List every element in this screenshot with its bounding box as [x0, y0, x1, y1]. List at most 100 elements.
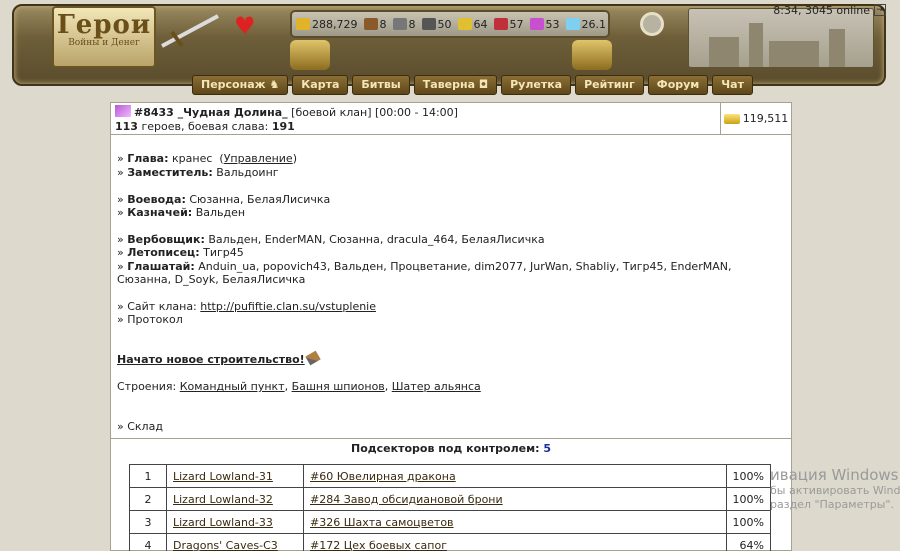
clan-panel: #8433 _Чудная Долина_ [боевой клан] [00:… — [110, 102, 792, 551]
resource-diamond: 26.1 — [565, 17, 607, 31]
nav-map[interactable]: Карта — [292, 75, 349, 95]
recruiter-value: Вальден, EnderMAN, Сюзанна, dracula_464,… — [208, 232, 545, 246]
table-row: 2 Lizard Lowland-32 #284 Завод обсидианово… — [129, 487, 772, 511]
logo-title: Герои — [56, 10, 152, 40]
herald-label: Глашатай: — [127, 259, 195, 273]
resource-value: 57 — [509, 17, 524, 31]
heroes-count: 113 — [115, 120, 138, 133]
site-label: Сайт клана: — [127, 299, 197, 313]
building-alliance-tent[interactable]: Шатер альянса — [392, 380, 481, 393]
main-nav: Персонаж ♞ Карта Битвы Таверна ◘ Рулетка Рейт… — [192, 75, 753, 95]
building-spy-tower[interactable]: Башня шпионов — [292, 380, 385, 393]
subsectors-header: Подсекторов под контролем: 5 — [111, 437, 791, 458]
subsectors-label: Подсекторов под контролем: — [351, 441, 540, 455]
resource-value: 288,729 — [312, 17, 358, 31]
nav-tavern[interactable]: Таверна ◘ — [413, 75, 498, 95]
ornament-left-icon — [290, 40, 330, 70]
online-status: 8:34, 3045 online — [773, 4, 870, 17]
nav-forum[interactable]: Форум — [647, 75, 709, 95]
ornament-right-icon — [572, 40, 612, 70]
ring-icon[interactable] — [640, 12, 664, 36]
sector-link[interactable]: Lizard Lowland-32 — [173, 493, 273, 506]
clan-gold: 119,511 — [721, 103, 791, 134]
control-percent: 100% — [725, 510, 772, 534]
nav-personage[interactable]: Персонаж ♞ — [192, 75, 289, 95]
nav-roulette[interactable]: Рулетка — [501, 75, 572, 95]
castle-image — [688, 8, 874, 68]
logo-subtitle: Войны и Денег — [68, 38, 140, 48]
sector-cell: Lizard Lowland-31 — [166, 464, 304, 488]
resource-value: 64 — [473, 17, 488, 31]
ore-icon — [392, 18, 407, 30]
gold-icon — [723, 113, 740, 124]
subsectors-table: 1 Lizard Lowland-31 #60 Ювелирная дракона 1… — [129, 464, 772, 551]
new-building-link[interactable]: Начато новое строительство! — [117, 353, 305, 366]
sector-link[interactable]: Dragons' Caves-C3 — [173, 539, 278, 551]
protocol-link[interactable]: Протокол — [127, 313, 183, 326]
row-number: 1 — [129, 464, 167, 488]
resource-sulfur: 64 — [457, 17, 488, 31]
resource-value: 50 — [437, 17, 452, 31]
table-row: 1 Lizard Lowland-31 #60 Ювелирная дракона 1… — [129, 464, 772, 488]
clan-name: #8433 _Чудная Долина_ — [134, 106, 288, 119]
manage-link[interactable]: Управление — [224, 152, 293, 165]
heroes-text: героев, боевая слава: — [137, 120, 272, 133]
game-logo[interactable]: Герои Войны и Денег — [52, 6, 156, 68]
control-percent: 64% — [725, 533, 772, 551]
sword-icon — [161, 14, 219, 48]
voevoda-value: Сюзанна, БелаяЛисичка — [189, 192, 331, 206]
head-label: Глава: — [127, 152, 169, 166]
resource-ore: 8 — [392, 17, 416, 31]
clan-header: #8433 _Чудная Долина_ [боевой клан] [00:… — [111, 103, 791, 135]
treasurer-label: Казначей: — [127, 206, 193, 219]
clan-gold-value: 119,511 — [742, 112, 789, 125]
warehouse-link[interactable]: Склад — [127, 420, 163, 433]
sector-link[interactable]: Lizard Lowland-31 — [173, 470, 273, 483]
watermark-line3: раздел "Параметры". — [770, 498, 894, 511]
logout-icon[interactable]: ⇥ — [874, 4, 886, 16]
facility-link[interactable]: #60 Ювелирная дракона — [310, 470, 456, 483]
facility-cell: #172 Цех боевых сапог — [303, 533, 727, 551]
wood-icon — [363, 18, 378, 30]
nav-battles[interactable]: Битвы — [352, 75, 410, 95]
gems-icon — [529, 18, 544, 30]
facility-link[interactable]: #326 Шахта самоцветов — [310, 516, 454, 529]
table-row: 4 Dragons' Caves-C3 #172 Цех боевых сапог 6… — [129, 533, 772, 551]
control-percent: 100% — [725, 487, 772, 511]
clan-emblem-icon — [115, 105, 131, 117]
clan-info: » Глава: кранес (Управление) » Заместите… — [117, 152, 732, 434]
mercury-icon — [421, 18, 436, 30]
sector-cell: Lizard Lowland-32 — [166, 487, 304, 511]
facility-cell: #60 Ювелирная дракона — [303, 464, 727, 488]
control-percent: 100% — [725, 464, 772, 488]
nav-rating[interactable]: Рейтинг — [575, 75, 644, 95]
facility-link[interactable]: #284 Завод обсидиановой брони — [310, 493, 503, 506]
facility-cell: #284 Завод обсидиановой брони — [303, 487, 727, 511]
sulfur-icon — [457, 18, 472, 30]
row-number: 2 — [129, 487, 167, 511]
resource-bar: 288,729 8 8 50 64 57 53 26.1 — [290, 10, 610, 38]
resource-value: 26.1 — [581, 17, 607, 31]
clan-site-link[interactable]: http://pufiftie.clan.su/vstuplenie — [200, 300, 376, 313]
row-number: 3 — [129, 510, 167, 534]
sector-cell: Lizard Lowland-33 — [166, 510, 304, 534]
nav-chat[interactable]: Чат — [712, 75, 753, 95]
sector-link[interactable]: Lizard Lowland-33 — [173, 516, 273, 529]
heart-icon[interactable]: ♥ — [234, 12, 256, 40]
deputy-value: Вальдоинг — [216, 165, 279, 179]
resource-wood: 8 — [363, 17, 387, 31]
chronicler-label: Летописец: — [127, 246, 200, 260]
buildings-label: Строения: — [117, 380, 177, 394]
deputy-label: Заместитель: — [127, 165, 213, 179]
clan-title-block: #8433 _Чудная Долина_ [боевой клан] [00:… — [111, 103, 721, 134]
resource-value: 8 — [408, 17, 416, 31]
resource-value: 8 — [379, 17, 387, 31]
head-value: кранес — [172, 152, 213, 166]
watermark-line1: ивация Windows — [770, 466, 899, 484]
building-command-post[interactable]: Командный пункт — [180, 380, 285, 393]
battle-glory: 191 — [271, 120, 295, 133]
table-row: 3 Lizard Lowland-33 #326 Шахта самоцветов 1… — [129, 510, 772, 534]
subsectors-count: 5 — [543, 441, 551, 455]
facility-link[interactable]: #172 Цех боевых сапог — [310, 539, 447, 551]
recruiter-label: Вербовщик: — [127, 232, 205, 246]
